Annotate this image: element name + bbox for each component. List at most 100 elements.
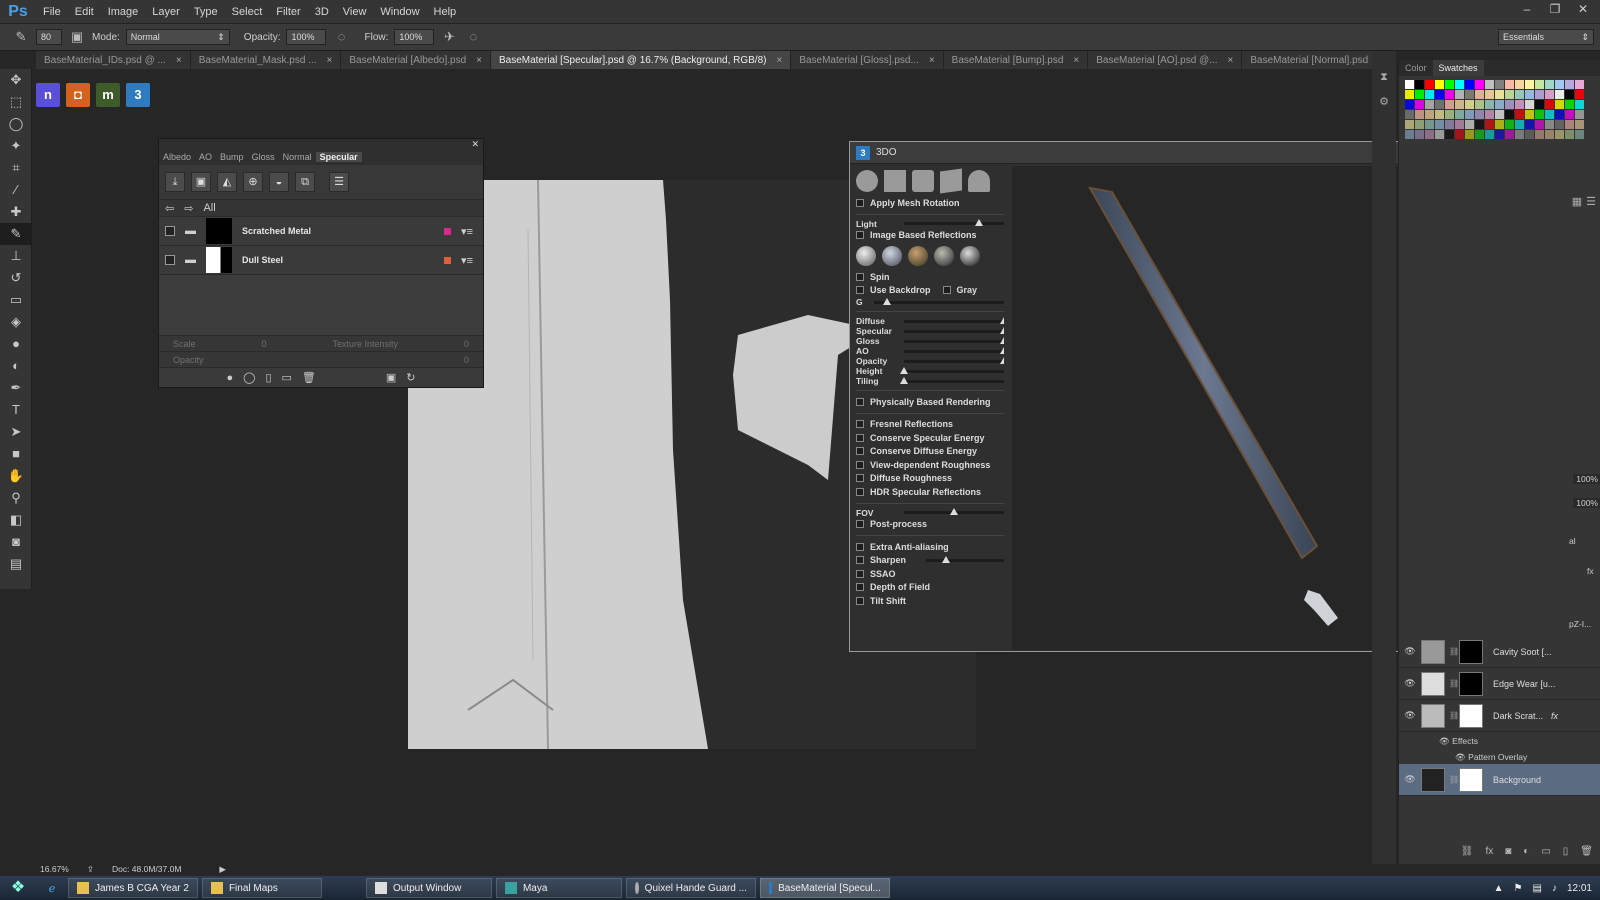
quick-select-icon[interactable]: ✦ <box>0 135 32 157</box>
grid-view-icon[interactable]: ▦ <box>1572 195 1582 208</box>
swatch-cell[interactable] <box>1575 130 1584 139</box>
export-icon[interactable]: ⇪ <box>87 864 94 875</box>
pen-tool-icon[interactable]: ✒ <box>0 377 32 399</box>
channel-slider-row[interactable]: Diffuse <box>856 316 1004 326</box>
swatch-cell[interactable] <box>1525 100 1534 109</box>
eye-icon[interactable]: 👁 <box>1455 752 1468 762</box>
swatch-cell[interactable] <box>1455 80 1464 89</box>
swatch-cell[interactable] <box>1405 110 1414 119</box>
marquee-tool-icon[interactable]: ⬚ <box>0 91 32 113</box>
swatch-cell[interactable] <box>1565 80 1574 89</box>
menu-icon[interactable]: ☰ <box>329 172 349 192</box>
close-button[interactable]: ✕ <box>1572 2 1594 20</box>
menu-window[interactable]: Window <box>373 6 426 18</box>
trash-icon[interactable]: 🗑 <box>1580 846 1593 862</box>
post-option-row[interactable]: Depth of Field <box>856 581 1004 595</box>
doc-tab[interactable]: BaseMaterial [Gloss].psd... × <box>791 51 944 69</box>
tab-swatches[interactable]: Swatches <box>1432 60 1484 76</box>
swatch-cell[interactable] <box>1505 90 1514 99</box>
channel-slider-row[interactable]: Tiling <box>856 376 1004 386</box>
swatch-cell[interactable] <box>1435 110 1444 119</box>
close-icon[interactable]: × <box>929 55 935 66</box>
material-color-swatch[interactable] <box>444 227 452 235</box>
swatch-cell[interactable] <box>1495 80 1504 89</box>
swatch-cell[interactable] <box>1505 110 1514 119</box>
environment-sphere[interactable] <box>908 246 928 266</box>
swatch-cell[interactable] <box>1495 120 1504 129</box>
swatch-cell[interactable] <box>1555 130 1564 139</box>
swatch-cell[interactable] <box>1405 120 1414 129</box>
visibility-checkbox[interactable] <box>165 255 175 265</box>
sharpen-slider-knob[interactable] <box>941 555 950 563</box>
channel-slider[interactable] <box>900 366 1004 374</box>
opacity-field[interactable]: 100% <box>286 29 327 45</box>
mode-select[interactable]: Normal ⇕ <box>125 29 230 45</box>
move-tool-icon[interactable]: ✥ <box>0 69 32 91</box>
flow-field[interactable]: 100% <box>394 29 435 45</box>
swatch-cell[interactable] <box>1535 80 1544 89</box>
tab-bump[interactable]: Bump <box>216 152 248 162</box>
start-button[interactable]: ❖ <box>0 876 36 900</box>
post-option-checkbox[interactable] <box>856 583 864 592</box>
swatch-cell[interactable] <box>1535 110 1544 119</box>
swatch-cell[interactable] <box>1425 90 1434 99</box>
path-select-icon[interactable]: ➤ <box>0 421 32 443</box>
minimize-button[interactable]: – <box>1516 2 1538 20</box>
channel-slider-knob[interactable] <box>1000 316 1004 324</box>
swatch-cell[interactable] <box>1495 110 1504 119</box>
swatch-cell[interactable] <box>1485 100 1494 109</box>
material-row[interactable]: ▬ Dull Steel ▾≡ <box>159 246 483 275</box>
folder-icon[interactable]: ▭ <box>282 371 292 384</box>
swatch-cell[interactable] <box>1575 110 1584 119</box>
menu-file[interactable]: File <box>36 6 68 18</box>
swatch-cell[interactable] <box>1545 130 1554 139</box>
swatch-cell[interactable] <box>1535 90 1544 99</box>
swatch-cell[interactable] <box>1485 130 1494 139</box>
channel-slider[interactable] <box>904 356 1004 364</box>
swatch-cell[interactable] <box>1465 110 1474 119</box>
menu-edit[interactable]: Edit <box>68 6 101 18</box>
environment-sphere[interactable] <box>960 246 980 266</box>
brush-panel-icon[interactable]: ▣ <box>68 28 86 46</box>
swatch-cell[interactable] <box>1515 120 1524 129</box>
eye-icon[interactable]: 👁 <box>1403 678 1417 689</box>
swatch-cell[interactable] <box>1415 120 1424 129</box>
properties-icon[interactable]: ⚙ <box>1372 95 1396 119</box>
swatch-cell[interactable] <box>1505 130 1514 139</box>
swatch-cell[interactable] <box>1455 100 1464 109</box>
apply-mesh-rotation-row[interactable]: Apply Mesh Rotation <box>856 196 1004 210</box>
adjustment-icon[interactable]: ◐ <box>1523 846 1529 862</box>
spin-row[interactable]: Spin <box>856 270 1004 284</box>
add-material-icon[interactable]: ⊕ <box>243 172 263 192</box>
visibility-checkbox[interactable] <box>165 226 175 236</box>
paint-bucket-icon[interactable]: ◈ <box>0 311 32 333</box>
color-swatch-icon[interactable]: ◧ <box>0 509 32 531</box>
tab-specular[interactable]: Specular <box>315 152 362 162</box>
pbr-option-checkbox[interactable] <box>856 474 864 483</box>
environment-sphere[interactable] <box>882 246 902 266</box>
swatch-cell[interactable] <box>1465 80 1474 89</box>
swatch-cell[interactable] <box>1485 110 1494 119</box>
swatch-cell[interactable] <box>1555 120 1564 129</box>
menu-help[interactable]: Help <box>427 6 464 18</box>
doc-tab[interactable]: BaseMaterial [Albedo].psd × <box>341 51 491 69</box>
fill-icon[interactable]: ◒ <box>269 172 289 192</box>
texture-intensity-value[interactable]: 0 <box>464 339 469 349</box>
swatch-cell[interactable] <box>1505 80 1514 89</box>
user-icon[interactable]: ● <box>226 372 233 384</box>
ie-icon[interactable]: ℯ <box>40 882 64 895</box>
doc-tab[interactable]: BaseMaterial [AO].psd @... × <box>1088 51 1243 69</box>
swatch-cell[interactable] <box>1435 130 1444 139</box>
taskbar-item[interactable]: Output Window <box>365 878 492 898</box>
pressure-size-icon[interactable]: ◌ <box>464 28 482 46</box>
mgen-icon[interactable]: m <box>96 83 120 107</box>
lasso-tool-icon[interactable]: ◯ <box>0 113 32 135</box>
swatch-cell[interactable] <box>1535 130 1544 139</box>
swatch-cell[interactable] <box>1545 90 1554 99</box>
apply-mesh-rotation-checkbox[interactable] <box>856 198 864 207</box>
post-process-checkbox[interactable] <box>856 520 864 529</box>
menu-image[interactable]: Image <box>101 6 146 18</box>
swatch-cell[interactable] <box>1475 110 1484 119</box>
swatch-cell[interactable] <box>1425 100 1434 109</box>
swatch-cell[interactable] <box>1405 90 1414 99</box>
